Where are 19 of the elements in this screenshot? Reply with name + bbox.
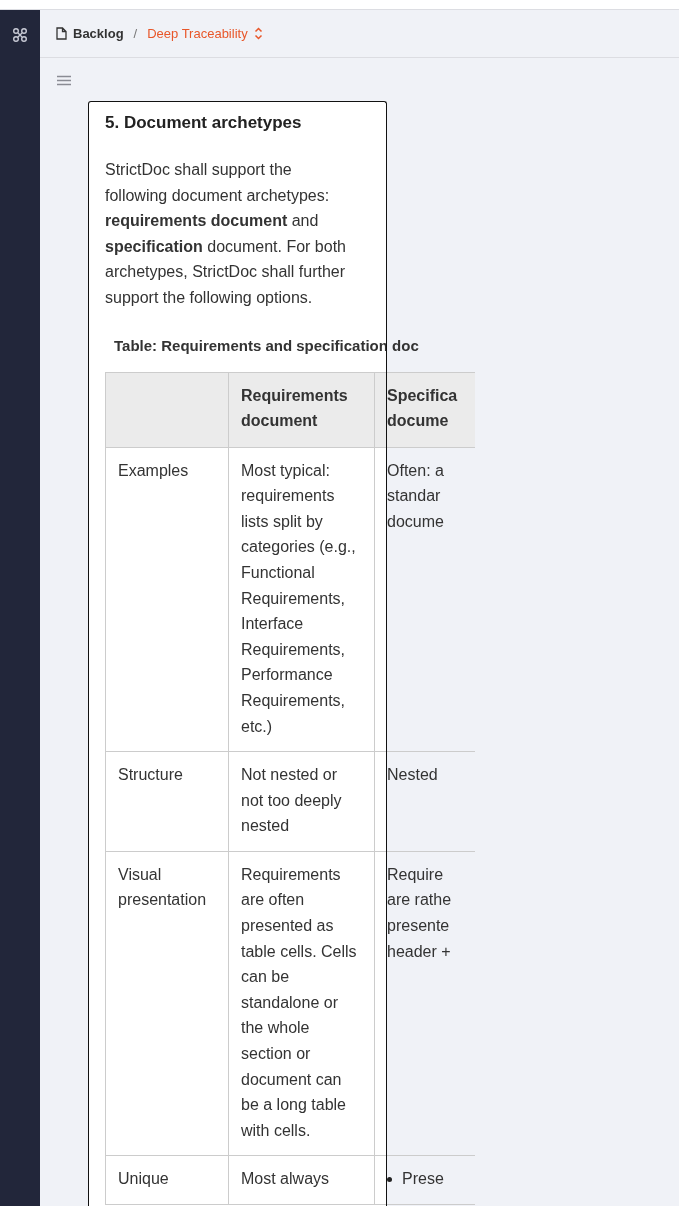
- command-icon[interactable]: [12, 27, 28, 43]
- table-caption: Table: Requirements and specification doc: [114, 336, 419, 354]
- menu-icon[interactable]: [57, 75, 71, 86]
- table-cell: Structure: [105, 751, 229, 852]
- table-cell: Most always: [228, 1155, 375, 1205]
- updown-caret-icon[interactable]: [253, 27, 263, 40]
- breadcrumb-separator: /: [133, 26, 138, 41]
- table-cell: Examples: [105, 447, 229, 752]
- table-cell: Not nested or not too deeply nested: [228, 751, 375, 852]
- table-cell: Most typical: requirements lists split by categories (e.g., Functional Requirements, Interface Requirements, Performance Requirements, etc.): [228, 447, 375, 752]
- section-paragraph: StrictDoc shall support the following document archetypes: requirements document and specification document. For both archetypes, StrictDoc shall further support the following options.: [105, 160, 347, 308]
- document-icon: [56, 27, 67, 40]
- table-cell: Unique: [105, 1155, 229, 1205]
- table-cell: Visual presentation: [105, 851, 229, 1156]
- table-header-cell: Specifica docume: [374, 372, 475, 448]
- table-header-cell: Requirements document: [228, 372, 375, 448]
- section-title: 5. Document archetypes: [105, 113, 303, 133]
- breadcrumb-link[interactable]: Backlog: [73, 26, 124, 41]
- table-cell: Requirements are often presented as table cells. Cells can be standalone or the whole section or document can be a long table with cells.: [228, 851, 375, 1156]
